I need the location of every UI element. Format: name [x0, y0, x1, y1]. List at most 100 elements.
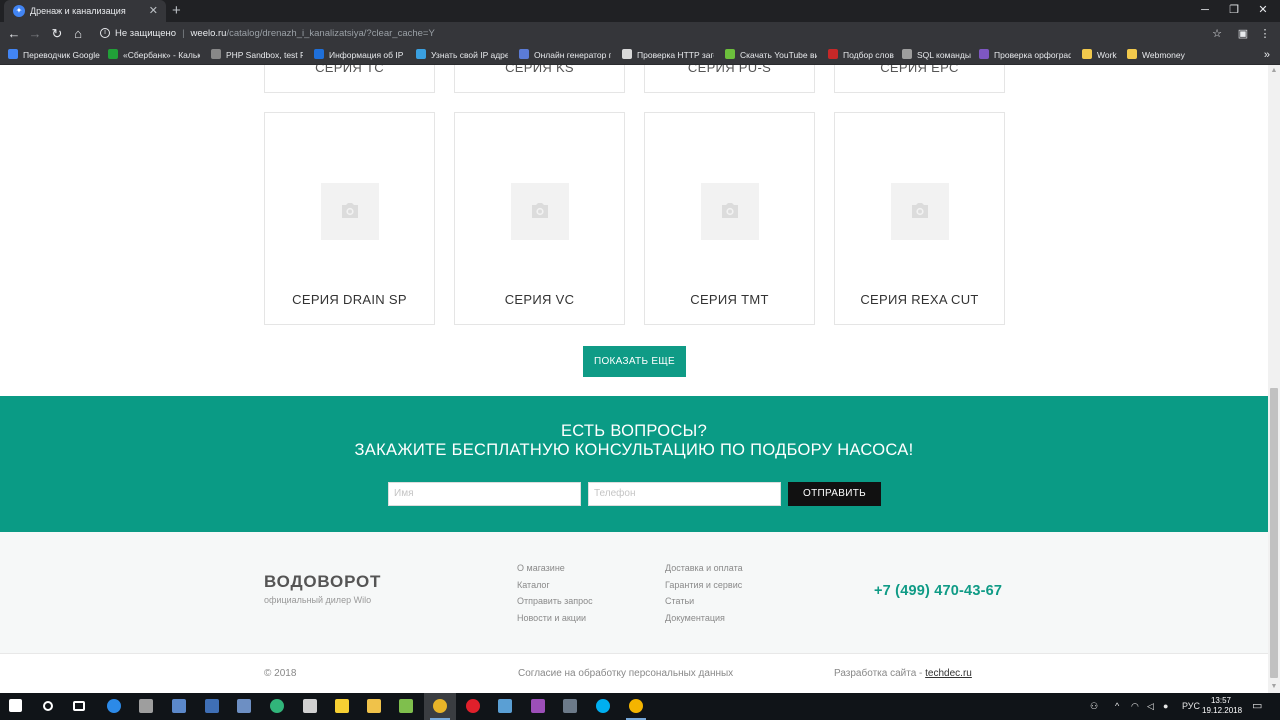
people-icon[interactable]: ⚇ — [1090, 693, 1098, 720]
bookmark-item[interactable]: Узнать свой IP адрес — [416, 46, 508, 65]
footer-link[interactable]: Отправить запрос — [517, 596, 593, 606]
minimize-icon[interactable]: ─ — [1190, 0, 1220, 22]
bookmark-icon — [211, 49, 221, 59]
address-bar[interactable]: i Не защищено | weelo.ru/catalog/drenazh_i_… — [94, 24, 1226, 44]
camera-icon — [321, 183, 379, 240]
search-icon[interactable] — [32, 693, 64, 720]
app-icon[interactable] — [261, 693, 293, 720]
bookmark-folder[interactable]: Webmoney — [1127, 46, 1187, 65]
catalog-card[interactable]: СЕРИЯ TMT — [644, 112, 815, 325]
card-title: СЕРИЯ TC — [315, 65, 384, 75]
app-icon[interactable] — [390, 693, 422, 720]
input-language[interactable]: РУС — [1182, 693, 1200, 720]
bookmark-item[interactable]: Онлайн генератор п — [519, 46, 611, 65]
footer-link[interactable]: О магазине — [517, 563, 565, 573]
edge-icon[interactable] — [98, 693, 130, 720]
network-icon[interactable]: ◠ — [1131, 693, 1139, 720]
menu-icon[interactable]: ⋮ — [1255, 24, 1275, 44]
bookmark-item[interactable]: Переводчик Google — [8, 46, 103, 65]
forward-icon[interactable]: → — [25, 24, 45, 44]
catalog-card[interactable]: СЕРИЯ PU-S — [644, 65, 815, 93]
opera-icon[interactable] — [457, 693, 489, 720]
bookmark-item[interactable]: Информация об IP а — [314, 46, 406, 65]
browser-tab[interactable]: ✦ Дренаж и канализация ✕ — [4, 0, 166, 22]
bookmarks-overflow-icon[interactable]: » — [1264, 46, 1270, 65]
system-clock[interactable]: 13:57 19.12.2018 — [1202, 696, 1242, 716]
windows-start-icon[interactable] — [0, 693, 32, 720]
bookmark-icon — [725, 49, 735, 59]
app-tray-icon[interactable]: ● — [1163, 693, 1168, 720]
notes-icon[interactable] — [326, 693, 358, 720]
volume-icon[interactable]: ◁ — [1147, 693, 1154, 720]
app-icon[interactable] — [620, 693, 652, 720]
tray-expand-icon[interactable]: ^ — [1115, 693, 1119, 720]
submit-button[interactable]: ОТПРАВИТЬ — [788, 482, 881, 506]
footer-link[interactable]: Документация — [665, 613, 725, 623]
cta-heading: ЕСТЬ ВОПРОСЫ? — [560, 422, 708, 440]
bookmark-item[interactable]: SQL команды — [902, 46, 974, 65]
footer-bottom-bar: © 2018 Согласие на обработку персональны… — [0, 653, 1268, 693]
app-icon[interactable] — [522, 693, 554, 720]
catalog-card[interactable]: СЕРИЯ VC — [454, 112, 625, 325]
extension-icon[interactable]: ▣ — [1233, 24, 1253, 44]
new-tab-button[interactable]: + — [172, 0, 181, 22]
bookmark-item[interactable]: Подбор слов — [828, 46, 898, 65]
file-explorer-icon[interactable] — [358, 693, 390, 720]
bookmark-item[interactable]: Скачать YouTube ви — [725, 46, 817, 65]
bookmark-item[interactable]: Проверка HTTP загол — [622, 46, 714, 65]
app-icon[interactable] — [489, 693, 521, 720]
bookmark-item[interactable]: PHP Sandbox, test PH — [211, 46, 303, 65]
app-icon[interactable] — [228, 693, 260, 720]
info-icon[interactable]: i — [100, 28, 110, 39]
bookmark-icon — [314, 49, 324, 59]
skype-icon[interactable] — [587, 693, 619, 720]
consent-link[interactable]: Согласие на обработку персональных данны… — [518, 668, 733, 679]
chrome-icon[interactable] — [424, 693, 456, 720]
folder-icon — [1127, 49, 1137, 59]
close-window-icon[interactable]: ✕ — [1248, 0, 1278, 22]
bookmark-item[interactable]: «Сбербанк» - Кальк — [108, 46, 200, 65]
task-view-icon[interactable] — [64, 693, 96, 720]
home-icon[interactable]: ⌂ — [68, 24, 88, 44]
phone-input[interactable]: Телефон — [588, 482, 781, 506]
browser-titlebar: ✦ Дренаж и канализация ✕ + ─ ❐ ✕ — [0, 0, 1280, 22]
calculator-icon[interactable] — [294, 693, 326, 720]
app-icon[interactable] — [196, 693, 228, 720]
card-title: СЕРИЯ REXA CUT — [860, 292, 979, 307]
maximize-icon[interactable]: ❐ — [1219, 0, 1249, 22]
footer-link[interactable]: Статьи — [665, 596, 694, 606]
footer-link[interactable]: Каталог — [517, 580, 550, 590]
catalog-card[interactable]: СЕРИЯ EPC — [834, 65, 1005, 93]
show-more-button[interactable]: ПОКАЗАТЬ ЕЩЕ — [583, 346, 686, 377]
name-input[interactable]: Имя — [388, 482, 581, 506]
back-icon[interactable]: ← — [4, 24, 24, 44]
scrollbar-thumb[interactable] — [1270, 388, 1278, 678]
catalog-card[interactable]: СЕРИЯ TC — [264, 65, 435, 93]
app-icon[interactable] — [554, 693, 586, 720]
phone-number[interactable]: +7 (499) 470-43-67 — [874, 583, 1002, 599]
footer-link[interactable]: Новости и акции — [517, 613, 586, 623]
site-logo[interactable]: ВОДОВОРОТ — [264, 572, 381, 592]
site-favicon-icon: ✦ — [13, 5, 25, 17]
app-icon[interactable] — [130, 693, 162, 720]
footer-link[interactable]: Гарантия и сервис — [665, 580, 742, 590]
bookmark-folder[interactable]: Work — [1082, 46, 1122, 65]
reload-icon[interactable]: ↻ — [47, 24, 67, 44]
catalog-card[interactable]: СЕРИЯ DRAIN SP — [264, 112, 435, 325]
catalog-card[interactable]: СЕРИЯ REXA CUT — [834, 112, 1005, 325]
developer-link[interactable]: techdec.ru — [925, 668, 972, 679]
notifications-icon[interactable]: ▭ — [1252, 693, 1262, 720]
bookmark-item[interactable]: Проверка орфограф — [979, 46, 1071, 65]
scroll-down-icon[interactable]: ▼ — [1268, 681, 1280, 693]
scroll-up-icon[interactable]: ▲ — [1268, 65, 1280, 77]
bookmark-icon — [902, 49, 912, 59]
folder-icon — [1082, 49, 1092, 59]
app-icon[interactable] — [163, 693, 195, 720]
footer: ВОДОВОРОТ официальный дилер Wilo О магаз… — [0, 532, 1268, 653]
catalog-card[interactable]: СЕРИЯ KS — [454, 65, 625, 93]
close-tab-icon[interactable]: ✕ — [149, 0, 158, 22]
star-icon[interactable]: ☆ — [1207, 24, 1227, 44]
footer-link[interactable]: Доставка и оплата — [665, 563, 743, 573]
page-scrollbar[interactable]: ▲ ▼ — [1268, 65, 1280, 693]
camera-icon — [891, 183, 949, 240]
